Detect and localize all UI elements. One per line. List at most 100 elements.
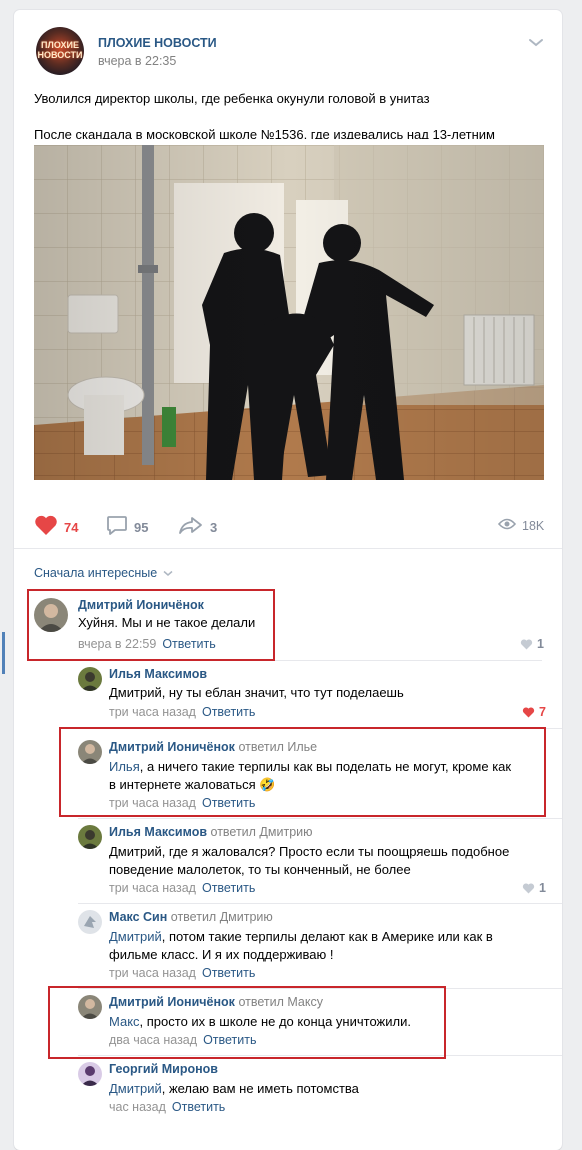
comment-text: Дмитрий, где я жаловался? Просто если ты… [109,843,529,879]
divider [78,988,562,989]
comment-author[interactable]: Дмитрий Ионичёнок [78,598,204,612]
comment-likes-count: 7 [539,705,546,719]
comment-author[interactable]: Макс Син ответил Дмитрию [109,910,273,924]
avatar-text-1: ПЛОХИЕ [41,40,79,50]
avatar[interactable] [78,910,102,934]
comment-mention[interactable]: Илья [109,759,140,774]
comment-meta: час назад Ответить [109,1100,225,1114]
comment-time[interactable]: три часа назад [109,966,196,980]
comment-text-content: Дмитрий, ну ты еблан значит, что тут под… [109,685,404,700]
comment-mention[interactable]: Дмитрий [109,929,162,944]
comment-author-name: Дмитрий Ионичёнок [109,995,235,1009]
like-button[interactable]: 74 [34,515,78,539]
comment-mention[interactable]: Макс [109,1014,140,1029]
avatar-text-2: НОВОСТИ [37,50,83,60]
heart-icon [522,706,535,717]
divider [78,903,562,904]
comment-text-content: , просто их в школе не до конца уничтожи… [139,1014,411,1029]
comment-likes-count: 1 [539,881,546,895]
comment-author-name: Илья Максимов [109,825,208,839]
post-actions: 74 95 3 [34,515,544,539]
comment-text: Илья, а ничего такие терпилы как вы поде… [109,758,519,794]
heart-icon [522,882,535,893]
comment-like-button[interactable]: 7 [522,705,546,719]
reply-button[interactable]: Ответить [202,881,255,895]
reply-button[interactable]: Ответить [162,637,215,651]
comment-author-name: Дмитрий Ионичёнок [78,598,204,612]
comments-sort-toggle[interactable]: Сначала интересные [34,566,173,580]
comment-reply-to[interactable]: ответил Дмитрию [171,910,273,924]
comment-author[interactable]: Дмитрий Ионичёнок ответил Максу [109,995,323,1009]
avatar[interactable] [78,667,102,691]
post-text-line2-content: После скандала в московской школе №1536,… [34,127,495,139]
post-time[interactable]: вчера в 22:35 [98,54,176,68]
comment-icon [106,515,128,539]
comment-text-content: , потом такие терпилы делают как в Амери… [109,929,493,962]
avatar[interactable] [78,825,102,849]
post-text-line1: Уволился директор школы, где ребенка оку… [34,91,430,106]
reply-button[interactable]: Ответить [202,705,255,719]
reply-button[interactable]: Ответить [172,1100,225,1114]
shares-count: 3 [210,519,218,535]
comment-like-button[interactable]: 1 [522,881,546,895]
divider [14,548,562,549]
comment-meta: три часа назад Ответить [109,881,255,895]
comment-time[interactable]: три часа назад [109,881,196,895]
comment-like-button[interactable]: 1 [520,637,544,651]
group-avatar[interactable]: ПЛОХИЕ НОВОСТИ [36,27,84,75]
post-photo[interactable] [34,145,544,480]
comment-reply-to[interactable]: ответил Дмитрию [211,825,313,839]
chevron-down-icon [163,570,173,576]
comments-count: 95 [134,519,149,535]
comment-time[interactable]: вчера в 22:59 [78,637,156,651]
reply-button[interactable]: Ответить [203,1033,256,1047]
share-icon [178,515,204,539]
views-counter: 18K [497,518,545,533]
divider [78,728,562,729]
divider [78,1055,562,1056]
eye-icon [497,518,517,533]
avatar[interactable] [78,995,102,1019]
divider [78,818,562,819]
active-thread-marker [2,632,5,674]
comment-author[interactable]: Георгий Миронов [109,1062,218,1076]
comment-time[interactable]: два часа назад [109,1033,197,1047]
comment-time[interactable]: час назад [109,1100,166,1114]
comment-text-content: Дмитрий, где я жаловался? Просто если ты… [109,844,510,877]
group-name[interactable]: ПЛОХИЕ НОВОСТИ [98,36,217,50]
comment-text: Дмитрий, потом такие терпилы делают как … [109,928,519,964]
avatar[interactable] [78,740,102,764]
chevron-down-icon[interactable] [528,36,544,51]
avatar[interactable] [78,1062,102,1086]
heart-icon [520,638,533,649]
comment-meta: три часа назад Ответить [109,966,255,980]
comment-author-name: Георгий Миронов [109,1062,218,1076]
share-button[interactable]: 3 [178,515,217,539]
comment-text-content: , желаю вам не иметь потомства [161,1081,359,1096]
comment-author-name: Илья Максимов [109,667,208,681]
comment-author-name: Дмитрий Ионичёнок [109,740,235,754]
comment-text-content: , а ничего такие терпилы как вы поделать… [109,759,512,792]
comment-text: Макс, просто их в школе не до конца унич… [109,1013,529,1031]
divider [34,660,542,661]
post-card: ПЛОХИЕ НОВОСТИ ПЛОХИЕ НОВОСТИ вчера в 22… [14,10,562,1150]
comment-author[interactable]: Дмитрий Ионичёнок ответил Илье [109,740,317,754]
comment-button[interactable]: 95 [106,515,148,539]
comment-time[interactable]: три часа назад [109,796,196,810]
comment-mention[interactable]: Дмитрий [109,1081,162,1096]
reply-button[interactable]: Ответить [202,966,255,980]
comment-reply-to[interactable]: ответил Максу [238,995,323,1009]
avatar[interactable] [34,598,68,632]
comment-time[interactable]: три часа назад [109,705,196,719]
comment-meta: три часа назад Ответить [109,796,255,810]
comment-text: Дмитрий, ну ты еблан значит, что тут под… [109,684,529,702]
comments-sort-label: Сначала интересные [34,566,158,580]
comment-meta: два часа назад Ответить [109,1033,257,1047]
comment-likes-count: 1 [537,637,544,651]
comment-reply-to[interactable]: ответил Илье [238,740,317,754]
comment-text: Хуйня. Мы и не такое делали [78,614,498,632]
reply-button[interactable]: Ответить [202,796,255,810]
comment-author[interactable]: Илья Максимов [109,667,207,681]
comment-author[interactable]: Илья Максимов ответил Дмитрию [109,825,313,839]
views-count: 18K [522,518,545,533]
